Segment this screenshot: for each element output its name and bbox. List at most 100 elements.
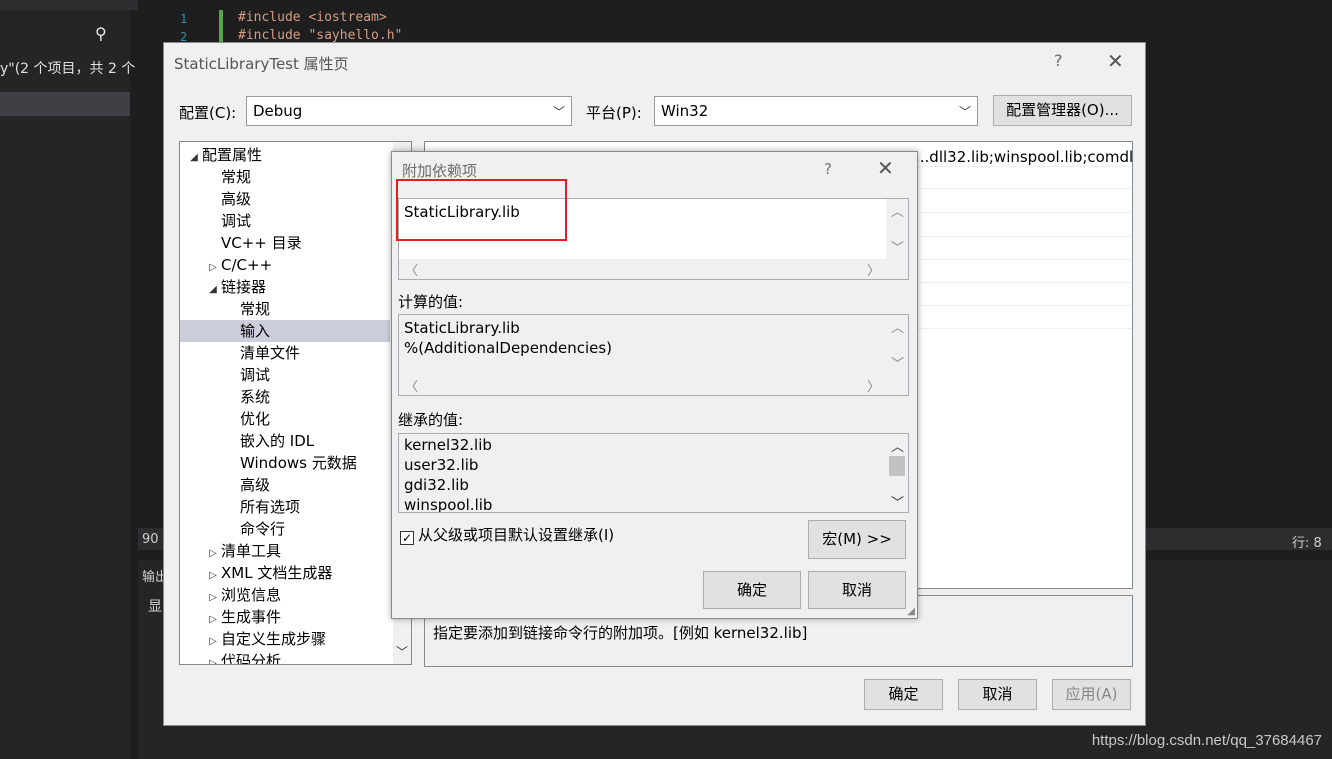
tree-item[interactable]: 高级 (180, 188, 390, 210)
solution-selected-row[interactable] (0, 92, 130, 116)
chevron-down-icon: ﹀ (958, 105, 971, 119)
ok-button[interactable]: 确定 (703, 571, 801, 609)
code-line[interactable]: #include <iostream> (238, 10, 387, 25)
tree-item[interactable]: 清单文件 (180, 342, 390, 364)
tree-item-label: 所有选项 (240, 498, 301, 516)
property-tree[interactable]: ▷ 代码分析 ▷ 自定义生成步骤 ▷ 生成事件 ▷ 浏览信息 ▷ XML 文档生成器 ▷ 清单工具 命令… (179, 141, 412, 665)
additional-dependencies-dialog: 附加依赖项 ? ✕ StaticLibrary.lib ︿ ﹀ 〈 〉 计算的值… (391, 151, 918, 619)
expanded-icon[interactable]: ◢ (205, 279, 221, 301)
tree-item[interactable]: ▷ 生成事件 (180, 606, 390, 628)
vertical-scrollbar[interactable]: ︿ ﹀ (886, 199, 908, 259)
scroll-down-icon[interactable]: ﹀ (891, 353, 904, 372)
collapsed-icon[interactable]: ▷ (205, 653, 221, 664)
tree-item-label: 配置属性 (202, 146, 263, 164)
horizontal-scrollbar[interactable]: 〈 〉 (399, 259, 908, 279)
scroll-down-icon[interactable]: ﹀ (891, 237, 904, 256)
tree-item[interactable]: ▷ C/C++ (180, 254, 390, 276)
scroll-thumb[interactable] (889, 456, 905, 476)
collapsed-icon[interactable]: ▷ (205, 587, 221, 609)
config-manager-button[interactable]: 配置管理器(O)... (993, 95, 1132, 126)
scroll-up-icon[interactable]: ︿ (891, 201, 904, 220)
config-value: Debug (253, 102, 303, 120)
vertical-scrollbar[interactable]: ︿ ﹀ (886, 315, 908, 375)
help-button[interactable]: ? (824, 160, 832, 178)
watermark: https://blog.csdn.net/qq_37684467 (1091, 732, 1322, 749)
tree-item[interactable]: ◢ 配置属性 (180, 144, 390, 166)
scroll-right-icon[interactable]: 〉 (867, 260, 880, 279)
tree-item[interactable]: ▷ 自定义生成步骤 (180, 628, 390, 650)
apply-button[interactable]: 应用(A) (1052, 679, 1131, 710)
resize-grip-icon[interactable]: ◢ (907, 606, 915, 617)
inherited-entry: user32.lib (404, 456, 479, 474)
description-text: 指定要添加到链接命令行的附加项。[例如 kernel32.lib] (433, 624, 808, 642)
scroll-up-icon[interactable]: ︿ (891, 436, 904, 455)
tree-item-label: 浏览信息 (221, 586, 282, 604)
line-number: 1 (180, 12, 188, 26)
dialog-title: StaticLibraryTest 属性页 (174, 55, 349, 73)
tree-item-label: 链接器 (221, 278, 267, 296)
tree-item[interactable]: VC++ 目录 (180, 232, 390, 254)
tree-item[interactable]: 高级 (180, 474, 390, 496)
horizontal-scrollbar[interactable]: 〈 〉 (399, 375, 908, 395)
collapsed-icon[interactable]: ▷ (205, 565, 221, 587)
tree-item[interactable]: ◢ 链接器 (180, 276, 390, 298)
tree-item[interactable]: 输入 (180, 320, 390, 342)
config-dropdown[interactable]: Debug ﹀ (246, 96, 572, 126)
computed-entry: StaticLibrary.lib (404, 319, 520, 337)
tree-item[interactable]: 常规 (180, 298, 390, 320)
close-icon[interactable]: ✕ (877, 156, 894, 180)
scroll-down-icon[interactable]: ﹀ (396, 643, 408, 660)
additional-dependencies-value[interactable]: ...dll32.lib;winspool.lib;comdlg32.lib (915, 148, 1132, 166)
checkbox-check-icon[interactable]: ✓ (400, 531, 414, 545)
tree-item[interactable]: 优化 (180, 408, 390, 430)
tree-item[interactable]: ▷ 清单工具 (180, 540, 390, 562)
collapsed-icon[interactable]: ▷ (205, 631, 221, 653)
collapsed-icon[interactable]: ▷ (205, 257, 221, 279)
tree-item[interactable]: 常规 (180, 166, 390, 188)
inherit-checkbox-label: 从父级或项目默认设置继承(I) (418, 526, 615, 544)
search-icon[interactable]: ⚲ (95, 24, 107, 43)
tree-item-label: 清单工具 (221, 542, 282, 560)
scroll-up-icon[interactable]: ︿ (891, 317, 904, 336)
tree-item-label: 优化 (240, 410, 271, 428)
scroll-left-icon[interactable]: 〈 (405, 260, 418, 279)
vertical-scrollbar[interactable]: ︿ ﹀ (886, 434, 908, 512)
chevron-down-icon: ﹀ (552, 105, 565, 119)
close-icon[interactable]: ✕ (1107, 49, 1124, 73)
tree-item[interactable]: ▷ XML 文档生成器 (180, 562, 390, 584)
collapsed-icon[interactable]: ▷ (205, 543, 221, 565)
tree-item-label: XML 文档生成器 (221, 564, 333, 582)
tree-item[interactable]: Windows 元数据 (180, 452, 390, 474)
cancel-button[interactable]: 取消 (958, 679, 1037, 710)
change-indicator (219, 10, 223, 42)
tree-item[interactable]: 调试 (180, 364, 390, 386)
cancel-button[interactable]: 取消 (808, 571, 906, 609)
tree-item-label: 嵌入的 IDL (240, 432, 315, 450)
macro-button[interactable]: 宏(M) >> (808, 520, 906, 559)
help-button[interactable]: ? (1054, 51, 1063, 70)
scroll-right-icon[interactable]: 〉 (867, 376, 880, 395)
collapsed-icon[interactable]: ▷ (205, 609, 221, 631)
tree-item[interactable]: ▷ 浏览信息 (180, 584, 390, 606)
tree-item-label: C/C++ (221, 256, 273, 274)
inherit-checkbox[interactable]: ✓ 从父级或项目默认设置继承(I) (400, 524, 614, 545)
inherited-entry: kernel32.lib (404, 436, 492, 454)
ok-button[interactable]: 确定 (864, 679, 943, 710)
inherited-entry: gdi32.lib (404, 476, 469, 494)
expanded-icon[interactable]: ◢ (186, 147, 202, 169)
platform-dropdown[interactable]: Win32 ﹀ (654, 96, 978, 126)
code-line[interactable]: #include "sayhello.h" (238, 28, 402, 43)
tree-item[interactable]: 系统 (180, 386, 390, 408)
tree-item-label: 常规 (240, 300, 271, 318)
tree-item-label: 调试 (240, 366, 271, 384)
tree-item[interactable]: 嵌入的 IDL (180, 430, 390, 452)
computed-values-box: StaticLibrary.lib %(AdditionalDependenci… (398, 314, 909, 396)
scroll-left-icon[interactable]: 〈 (405, 376, 418, 395)
tree-item[interactable]: 所有选项 (180, 496, 390, 518)
tree-item[interactable]: 命令行 (180, 518, 390, 540)
tree-item-label: 常规 (221, 168, 252, 186)
scroll-down-icon[interactable]: ﹀ (891, 492, 904, 511)
tree-item-label: 系统 (240, 388, 271, 406)
solution-search-box[interactable]: ⚲ (0, 10, 130, 44)
tree-item[interactable]: 调试 (180, 210, 390, 232)
